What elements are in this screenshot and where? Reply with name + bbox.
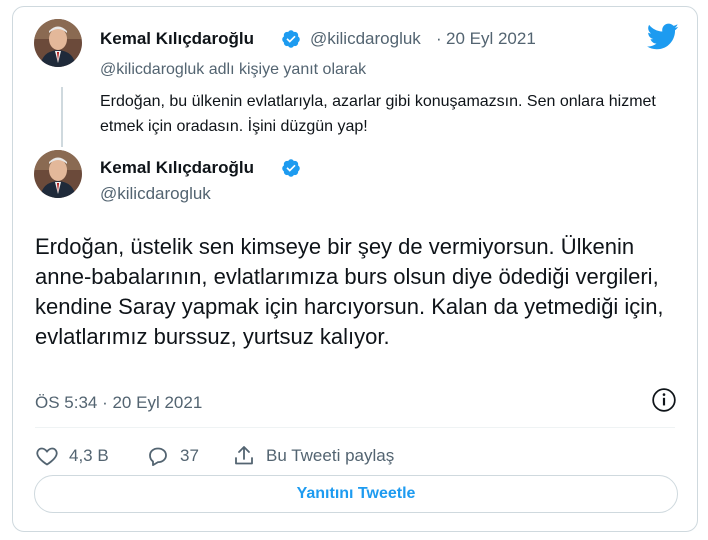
reply-button[interactable]: 37	[146, 442, 199, 470]
share-label: Bu Tweeti paylaş	[266, 446, 395, 465]
tweet-timestamp[interactable]: ÖS 5:34 · 20 Eyl 2021	[35, 393, 202, 413]
reply-icon	[149, 447, 167, 466]
thread-line	[61, 87, 63, 147]
avatar[interactable]	[34, 19, 82, 67]
like-count: 4,3 B	[69, 446, 109, 465]
author-name[interactable]: Kemal Kılıçdaroğlu	[100, 158, 254, 178]
verified-badge-icon	[282, 30, 300, 48]
verified-badge-icon	[282, 159, 300, 177]
tweet-reply-button[interactable]: Yanıtını Tweetle	[34, 475, 678, 513]
share-button[interactable]: Bu Tweeti paylaş	[232, 442, 394, 470]
divider	[35, 427, 675, 428]
like-button[interactable]: 4,3 B	[35, 442, 109, 470]
reply-context[interactable]: @kilicdarogluk adlı kişiye yanıt olarak	[100, 61, 366, 79]
tweet-text: Erdoğan, üstelik sen kimseye bir şey de …	[35, 234, 664, 349]
tweet-date[interactable]: 20 Eyl 2021	[446, 29, 536, 49]
heart-icon	[36, 447, 58, 466]
twitter-logo-icon[interactable]	[647, 23, 679, 51]
quoted-tweet-text: Erdoğan, bu ülkenin evlatlarıyla, azarla…	[100, 93, 656, 135]
tweet-card: Kemal Kılıçdaroğlu @kilicdarogluk · 20 E…	[12, 6, 698, 532]
reply-count: 37	[180, 446, 199, 465]
author-handle[interactable]: @kilicdarogluk	[100, 184, 211, 204]
share-icon	[235, 446, 253, 465]
author-handle[interactable]: @kilicdarogluk	[310, 29, 421, 49]
avatar[interactable]	[34, 150, 82, 198]
info-icon[interactable]	[651, 387, 677, 413]
author-name[interactable]: Kemal Kılıçdaroğlu	[100, 29, 254, 49]
separator-dot: ·	[436, 29, 442, 48]
